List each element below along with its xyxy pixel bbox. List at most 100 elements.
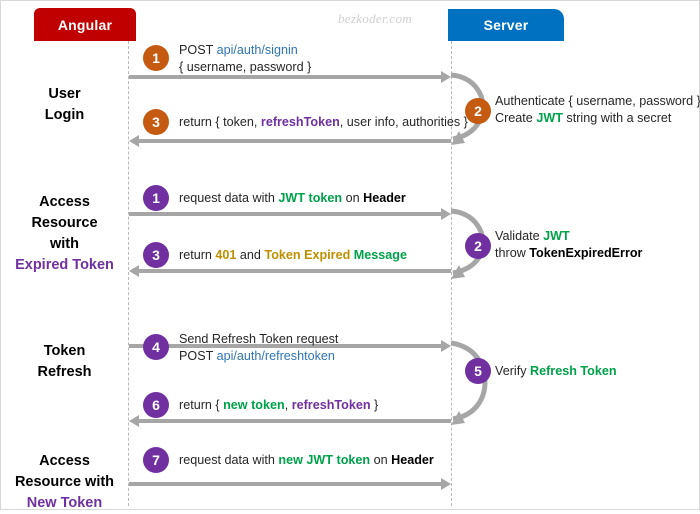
arrow-head-icon: [129, 415, 139, 427]
section-label-line: Access: [39, 194, 90, 210]
message-fragment: and: [236, 248, 265, 262]
section-label-line: Token: [43, 343, 86, 359]
message-fragment: return { token,: [179, 115, 261, 129]
arrow-response-new-token: [129, 415, 451, 427]
arrow-head-icon: [129, 135, 139, 147]
message-fragment: string with a secret: [562, 110, 672, 125]
message-fragment: throw: [495, 245, 530, 260]
section-label-line: Resource with: [14, 474, 115, 490]
message-fragment: 401: [215, 248, 237, 262]
section-label-line: Refresh: [37, 364, 92, 380]
arrow-request-resource-expired: [129, 208, 451, 220]
message-fragment: api/auth/signin: [216, 43, 298, 57]
message-fragment: on: [342, 191, 364, 205]
arrow-head-icon: [129, 265, 139, 277]
arrow-head-icon: [441, 478, 451, 490]
message-text-401-expired: return 401 and Token Expired Message: [179, 247, 407, 264]
step-badge-2[interactable]: 2: [465, 98, 491, 124]
message-fragment: Create: [495, 110, 537, 125]
message-fragment: refreshToken: [260, 115, 340, 129]
message-text-new-token-response: return { new token, refreshToken }: [179, 397, 378, 414]
message-fragment: new token: [223, 398, 285, 412]
message-text-authenticate: Authenticate { username, password } Creat…: [495, 93, 700, 126]
message-fragment: return: [179, 248, 216, 262]
message-fragment: Message: [353, 248, 407, 262]
actor-header-server-label: Server: [483, 17, 529, 33]
message-fragment: Refresh Token: [530, 364, 617, 378]
message-fragment: return {: [179, 398, 224, 412]
step-badge-9[interactable]: 6: [143, 392, 169, 418]
actor-header-client-label: Angular: [57, 16, 113, 33]
arrow-request-resource-new: [129, 478, 451, 490]
message-line: throw TokenExpiredError: [495, 245, 642, 262]
message-fragment: JWT token: [278, 191, 343, 205]
message-fragment: refreshToken: [291, 398, 371, 412]
message-line: Authenticate { username, password }: [495, 93, 700, 110]
message-fragment: TokenExpiredError: [529, 245, 643, 260]
message-line: POST api/auth/signin: [179, 42, 311, 59]
message-text-signin-request: POST api/auth/signin{ username, password…: [179, 42, 311, 75]
message-fragment: POST: [179, 43, 217, 57]
step-badge-3[interactable]: 3: [143, 109, 169, 135]
message-line: request data with JWT token on Header: [179, 190, 406, 207]
step-badge-8[interactable]: 5: [465, 358, 491, 384]
message-text-signin-response: return { token, refreshToken, user info,…: [179, 114, 468, 131]
message-text-request-jwt: request data with JWT token on Header: [179, 190, 406, 207]
message-fragment: new JWT token: [278, 453, 371, 467]
message-fragment: Header: [391, 453, 434, 467]
message-fragment: JWT: [536, 110, 563, 125]
step-badge-6[interactable]: 3: [143, 242, 169, 268]
message-fragment: request data with: [179, 453, 279, 467]
step-badge-1[interactable]: 1: [143, 45, 169, 71]
section-label-token-refresh: Token Refresh: [1, 341, 128, 383]
message-line: return { token, refreshToken, user info,…: [179, 114, 468, 131]
section-label-line: with: [50, 236, 79, 252]
actor-header-server: Server: [448, 9, 564, 41]
message-line: Send Refresh Token request: [179, 331, 338, 348]
message-line: return 401 and Token Expired Message: [179, 247, 407, 264]
message-fragment: }: [370, 398, 379, 412]
message-fragment: Validate: [495, 229, 544, 243]
section-label-highlight: Expired Token: [15, 257, 114, 273]
arrow-response-signin: [129, 135, 451, 147]
message-line: request data with new JWT token on Heade…: [179, 452, 434, 469]
message-fragment: { username, password }: [179, 59, 312, 74]
message-fragment: request data with: [179, 191, 279, 205]
section-label-line: Resource: [31, 215, 98, 231]
message-text-validate-jwt: Validate JWT throw TokenExpiredError: [495, 228, 642, 261]
message-text-verify-refresh: Verify Refresh Token: [495, 363, 617, 380]
actor-header-client: Angular: [34, 8, 136, 41]
message-fragment: ,: [284, 398, 292, 412]
section-label-highlight: New Token: [26, 495, 103, 511]
arrow-request-signin: [129, 71, 451, 83]
message-fragment: POST: [179, 348, 217, 363]
step-badge-5[interactable]: 2: [465, 233, 491, 259]
message-fragment: api/auth/refreshtoken: [216, 348, 335, 363]
section-label-access-resource-new: Access Resource with New Token: [1, 451, 128, 514]
message-fragment: Token Expired: [264, 248, 351, 262]
step-badge-7[interactable]: 4: [143, 334, 169, 360]
message-line: Create JWT string with a secret: [495, 110, 700, 127]
message-line: return { new token, refreshToken }: [179, 397, 378, 414]
message-fragment: Send Refresh Token request: [179, 332, 339, 346]
message-line: Validate JWT: [495, 228, 642, 245]
section-label-line: Access: [39, 453, 90, 469]
message-line: { username, password }: [179, 59, 311, 76]
message-line: POST api/auth/refreshtoken: [179, 348, 338, 365]
watermark: bezkoder.com: [338, 11, 412, 26]
step-badge-4[interactable]: 1: [143, 185, 169, 211]
message-fragment: , user info, authorities }: [339, 115, 468, 129]
message-fragment: JWT: [543, 229, 570, 243]
message-fragment: Verify: [495, 364, 530, 378]
arrow-response-401: [129, 265, 451, 277]
sequence-diagram: bezkoder.com Angular Server User Login Ac…: [0, 0, 700, 511]
message-text-request-new-jwt: request data with new JWT token on Heade…: [179, 452, 434, 469]
message-text-refresh-request: Send Refresh Token request POST api/auth/…: [179, 331, 338, 364]
section-label-line: Login: [44, 107, 85, 123]
section-label-access-resource-expired: Access Resource with Expired Token: [1, 192, 128, 276]
section-label-user-login: User Login: [1, 84, 128, 126]
message-fragment: Header: [363, 191, 406, 205]
step-badge-10[interactable]: 7: [143, 447, 169, 473]
message-fragment: on: [370, 453, 392, 467]
message-fragment: Authenticate { username, password }: [495, 94, 700, 108]
